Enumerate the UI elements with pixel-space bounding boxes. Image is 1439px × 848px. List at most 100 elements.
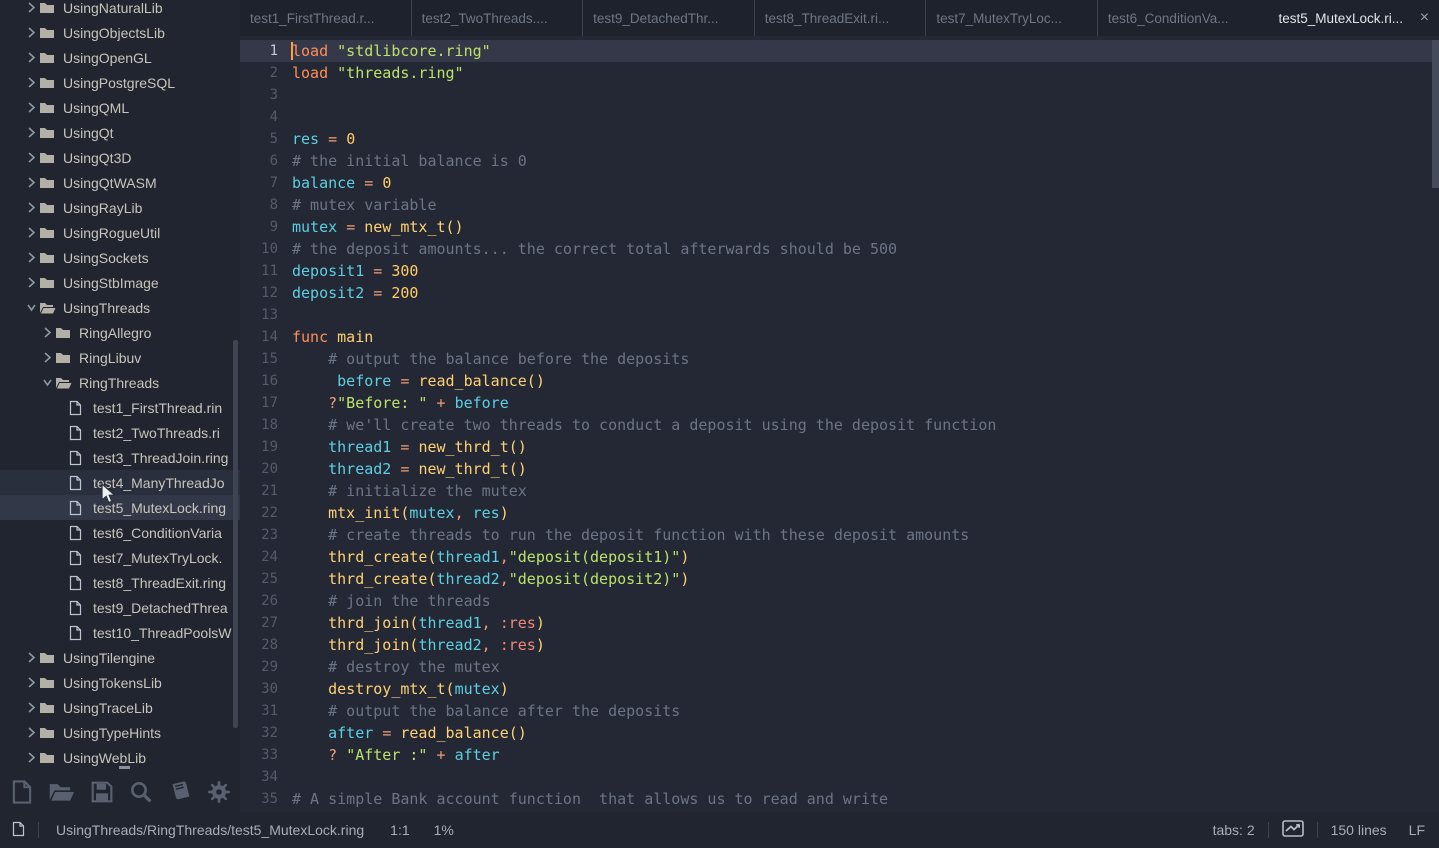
tree-item-ringlibuv[interactable]: RingLibuv: [0, 345, 240, 370]
code-text: before = read_balance(): [278, 370, 545, 392]
line-number: 23: [240, 524, 278, 546]
tab[interactable]: test1_FirstThread.r...: [240, 0, 411, 36]
tree-item-usingstbimage[interactable]: UsingStbImage: [0, 270, 240, 295]
line-number: 19: [240, 436, 278, 458]
code-editor[interactable]: 1load "stdlibcore.ring"2load "threads.ri…: [240, 36, 1439, 812]
editor-window: UsingNaturalLib UsingObjectsLib UsingOpenG…: [0, 0, 1439, 848]
chevron-right-icon: [24, 1, 39, 14]
tree-item-usingopengl[interactable]: UsingOpenGL: [0, 45, 240, 70]
file-icon: [69, 450, 86, 466]
tree-item-usingqml[interactable]: UsingQML: [0, 95, 240, 120]
line-number: 32: [240, 722, 278, 744]
line-number: 10: [240, 238, 278, 260]
tree-item-label: UsingTokensLib: [63, 675, 162, 691]
tab[interactable]: test2_TwoThreads....: [411, 0, 583, 36]
tree-item-label: UsingTraceLib: [63, 700, 153, 716]
tree-item-test10_threadpoolsw[interactable]: test10_ThreadPoolsW: [0, 620, 240, 645]
tree-item-usingqtwasm[interactable]: UsingQtWASM: [0, 170, 240, 195]
tree-item-usingtracelib[interactable]: UsingTraceLib: [0, 695, 240, 720]
code-line-8: 8# mutex variable: [240, 194, 1439, 216]
code-text: # the initial balance is 0: [278, 150, 527, 172]
tab-close-icon[interactable]: ×: [1414, 10, 1429, 26]
code-line-28: 28 thrd_join(thread2, :res): [240, 634, 1439, 656]
code-line-30: 30 destroy_mtx_t(mutex): [240, 678, 1439, 700]
code-line-27: 27 thrd_join(thread1, :res): [240, 612, 1439, 634]
chevron-right-icon: [24, 276, 39, 289]
code-text: ?"Before: " + before: [278, 392, 509, 414]
tree-item-label: UsingOpenGL: [63, 50, 152, 66]
tree-item-test9_detachedthrea[interactable]: test9_DetachedThrea: [0, 595, 240, 620]
code-text: thread1 = new_thrd_t(): [278, 436, 527, 458]
tree-item-usingthreads[interactable]: UsingThreads: [0, 295, 240, 320]
code-line-10: 10# the deposit amounts... the correct t…: [240, 238, 1439, 260]
book-icon[interactable]: [168, 780, 192, 804]
tree-item-usingtilengine[interactable]: UsingTilengine: [0, 645, 240, 670]
code-text: # we'll create two threads to conduct a …: [278, 414, 996, 436]
line-number: 5: [240, 128, 278, 150]
tree-item-usingrogueutil[interactable]: UsingRogueUtil: [0, 220, 240, 245]
code-text: # A simple Bank account function that al…: [278, 788, 888, 810]
tree-item-usingtypehints[interactable]: UsingTypeHints: [0, 720, 240, 745]
code-line-2: 2load "threads.ring": [240, 62, 1439, 84]
tree-item-test7_mutextrylock.[interactable]: test7_MutexTryLock.: [0, 545, 240, 570]
tree-item-label: test4_ManyThreadJo: [93, 475, 225, 491]
tree-item-usingqt[interactable]: UsingQt: [0, 120, 240, 145]
tree-item-test1_firstthread.rin[interactable]: test1_FirstThread.rin: [0, 395, 240, 420]
line-number: 2: [240, 62, 278, 84]
tree-item-usingraylib[interactable]: UsingRayLib: [0, 195, 240, 220]
tree-item-test6_conditionvaria[interactable]: test6_ConditionVaria: [0, 520, 240, 545]
tree-item-usingqt3d[interactable]: UsingQt3D: [0, 145, 240, 170]
status-divider: [38, 822, 39, 838]
code-line-5: 5res = 0: [240, 128, 1439, 150]
folder-icon: [39, 226, 56, 240]
text-caret: [291, 42, 293, 60]
tree-item-label: UsingNaturalLib: [63, 0, 163, 16]
tree-item-usingtokenslib[interactable]: UsingTokensLib: [0, 670, 240, 695]
tree-item-usingnaturallib[interactable]: UsingNaturalLib: [0, 0, 240, 20]
tree-item-label: RingAllegro: [79, 325, 151, 341]
tree-item-label: UsingSockets: [63, 250, 149, 266]
chevron-right-icon: [24, 26, 39, 39]
chevron-right-icon: [24, 126, 39, 139]
chart-icon: [1282, 820, 1304, 840]
tree-item-test3_threadjoin.ring[interactable]: test3_ThreadJoin.ring: [0, 445, 240, 470]
new-file-icon[interactable]: [11, 779, 33, 805]
settings-icon[interactable]: [207, 780, 231, 804]
code-line-15: 15 # output the balance before the depos…: [240, 348, 1439, 370]
tree-item-label: test6_ConditionVaria: [93, 525, 222, 541]
tree-item-usingsockets[interactable]: UsingSockets: [0, 245, 240, 270]
code-line-7: 7balance = 0: [240, 172, 1439, 194]
tab[interactable]: test9_DetachedThr...: [582, 0, 754, 36]
clipped-tree-item: [119, 766, 130, 769]
tree-item-label: UsingRogueUtil: [63, 225, 160, 241]
tree-item-test4_manythreadjo[interactable]: test4_ManyThreadJo: [0, 470, 240, 495]
sidebar-scrollbar[interactable]: [233, 340, 238, 728]
code-text: [278, 106, 292, 128]
tree-item-test2_twothreads.ri[interactable]: test2_TwoThreads.ri: [0, 420, 240, 445]
file-icon: [12, 821, 25, 840]
tree-item-usingobjectslib[interactable]: UsingObjectsLib: [0, 20, 240, 45]
line-number: 34: [240, 766, 278, 788]
code-text: after = read_balance(): [278, 722, 527, 744]
folder-icon: [39, 126, 56, 140]
code-line-11: 11deposit1 = 300: [240, 260, 1439, 282]
code-text: deposit2 = 200: [278, 282, 418, 304]
code-line-35: 35# A simple Bank account function that …: [240, 788, 1439, 810]
open-folder-icon[interactable]: [48, 781, 75, 803]
tab[interactable]: test7_MutexTryLoc...: [925, 0, 1097, 36]
tree-item-ringthreads[interactable]: RingThreads: [0, 370, 240, 395]
code-text: # destroy the mutex: [278, 656, 500, 678]
code-line-9: 9mutex = new_mtx_t(): [240, 216, 1439, 238]
tree-item-usingpostgresql[interactable]: UsingPostgreSQL: [0, 70, 240, 95]
line-number: 30: [240, 678, 278, 700]
save-icon[interactable]: [90, 780, 114, 804]
tab[interactable]: test6_ConditionVa...: [1097, 0, 1269, 36]
search-icon[interactable]: [129, 780, 153, 804]
tree-item-ringallegro[interactable]: RingAllegro: [0, 320, 240, 345]
editor-scrollbar[interactable]: [1432, 40, 1439, 188]
tab[interactable]: test5_MutexLock.ri...×: [1268, 0, 1439, 36]
line-number: 9: [240, 216, 278, 238]
tree-item-test8_threadexit.ring[interactable]: test8_ThreadExit.ring: [0, 570, 240, 595]
tree-item-test5_mutexlock.ring[interactable]: test5_MutexLock.ring: [0, 495, 240, 520]
tab[interactable]: test8_ThreadExit.ri...: [754, 0, 926, 36]
